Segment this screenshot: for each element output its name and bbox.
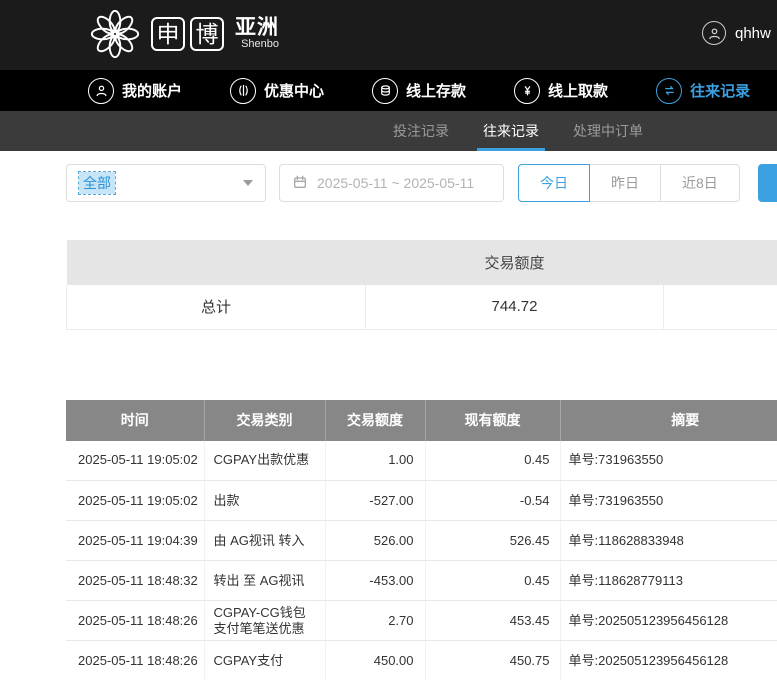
username: qhhw xyxy=(735,25,771,42)
records-header-row: 时间 交易类别 交易额度 现有额度 摘要 xyxy=(66,400,777,441)
records-table: 时间 交易类别 交易额度 现有额度 摘要 2025-05-11 19:05:02… xyxy=(66,400,777,680)
cell-summary: 单号:202505123956456128 xyxy=(560,601,777,641)
yesterday-button[interactable]: 昨日 xyxy=(589,164,661,202)
nav-label: 线上存款 xyxy=(406,80,466,101)
main-nav: 我的账户 优惠中心 线上存款 xyxy=(0,70,777,111)
cell-summary: 单号:118628779113 xyxy=(560,561,777,601)
cell-amount: 526.00 xyxy=(325,521,425,561)
cell-balance: 450.75 xyxy=(425,641,560,680)
user-account-button[interactable]: qhhw xyxy=(702,21,771,45)
quick-date-buttons: 今日 昨日 近8日 xyxy=(518,164,740,202)
main-content: 全部 2025-05-11 ~ 2025-05-11 今日 昨日 近8日 xyxy=(0,164,777,680)
logo-wordmark: 亚洲 Shenbo xyxy=(235,17,279,51)
deposit-icon xyxy=(372,78,398,104)
cell-summary: 单号:731963550 xyxy=(560,481,777,521)
logo-char-2: 博 xyxy=(190,17,224,51)
nav-item-transaction-records[interactable]: 往来记录 xyxy=(656,78,750,104)
nav-label: 我的账户 xyxy=(122,80,182,101)
col-header-time: 时间 xyxy=(66,400,204,441)
nav-label: 线上取款 xyxy=(548,80,608,101)
last-8-days-button[interactable]: 近8日 xyxy=(660,164,740,202)
table-row: 2025-05-11 18:48:26 CGPAY-CG钱包支付笔笔送优惠 2.… xyxy=(66,601,777,641)
cell-type: 由 AG视讯 转入 xyxy=(204,521,325,561)
col-header-balance: 现有额度 xyxy=(425,400,560,441)
sub-nav: 投注记录 往来记录 处理中订单 xyxy=(0,111,777,151)
date-range-value: 2025-05-11 ~ 2025-05-11 xyxy=(317,175,474,191)
chevron-down-icon xyxy=(243,180,253,186)
records-icon xyxy=(656,78,682,104)
cell-time: 2025-05-11 18:48:32 xyxy=(66,561,204,601)
table-row: 2025-05-11 19:05:02 出款 -527.00 -0.54 单号:… xyxy=(66,481,777,521)
summary-header-empty xyxy=(664,240,777,285)
nav-label: 优惠中心 xyxy=(264,80,324,101)
tab-processing-orders[interactable]: 处理中订单 xyxy=(573,111,643,151)
cell-time: 2025-05-11 18:48:26 xyxy=(66,601,204,641)
cell-time: 2025-05-11 19:05:02 xyxy=(66,441,204,481)
nav-item-my-account[interactable]: 我的账户 xyxy=(88,78,182,104)
summary-header-empty xyxy=(67,240,366,285)
summary-total-row: 总计 744.72 xyxy=(67,285,777,329)
summary-header-amount: 交易额度 xyxy=(366,240,664,285)
summary-total-extra xyxy=(664,285,777,329)
cell-balance: 526.45 xyxy=(425,521,560,561)
cell-time: 2025-05-11 19:05:02 xyxy=(66,481,204,521)
nav-item-promo-center[interactable]: 优惠中心 xyxy=(230,78,324,104)
cell-balance: -0.54 xyxy=(425,481,560,521)
cell-balance: 453.45 xyxy=(425,601,560,641)
cell-amount: 2.70 xyxy=(325,601,425,641)
table-row: 2025-05-11 18:48:26 CGPAY支付 450.00 450.7… xyxy=(66,641,777,680)
col-header-type: 交易类别 xyxy=(204,400,325,441)
summary-total-value: 744.72 xyxy=(366,285,664,329)
nav-item-online-withdraw[interactable]: 线上取款 xyxy=(514,78,608,104)
cell-summary: 单号:731963550 xyxy=(560,441,777,481)
cell-type: CGPAY-CG钱包支付笔笔送优惠 xyxy=(204,601,325,641)
cell-time: 2025-05-11 19:04:39 xyxy=(66,521,204,561)
cell-amount: -527.00 xyxy=(325,481,425,521)
summary-header-row: 交易额度 xyxy=(67,240,777,285)
today-button[interactable]: 今日 xyxy=(518,164,590,202)
col-header-summary: 摘要 xyxy=(560,400,777,441)
promo-icon xyxy=(230,78,256,104)
cell-type: CGPAY出款优惠 xyxy=(204,441,325,481)
search-button[interactable] xyxy=(758,164,777,202)
tab-transaction-records[interactable]: 往来记录 xyxy=(483,111,539,151)
summary-total-label: 总计 xyxy=(67,285,366,329)
logo-subtitle: Shenbo xyxy=(241,39,279,51)
table-row: 2025-05-11 19:05:02 CGPAY出款优惠 1.00 0.45 … xyxy=(66,441,777,481)
table-row: 2025-05-11 18:48:32 转出 至 AG视讯 -453.00 0.… xyxy=(66,561,777,601)
filter-bar: 全部 2025-05-11 ~ 2025-05-11 今日 昨日 近8日 xyxy=(66,164,777,202)
cell-amount: -453.00 xyxy=(325,561,425,601)
date-range-input[interactable]: 2025-05-11 ~ 2025-05-11 xyxy=(279,164,504,202)
flower-logo-icon xyxy=(88,7,142,61)
cell-type: CGPAY支付 xyxy=(204,641,325,680)
user-avatar-icon xyxy=(702,21,726,45)
account-icon xyxy=(88,78,114,104)
cell-amount: 1.00 xyxy=(325,441,425,481)
cell-balance: 0.45 xyxy=(425,561,560,601)
tab-bet-records[interactable]: 投注记录 xyxy=(393,111,449,151)
col-header-amount: 交易额度 xyxy=(325,400,425,441)
cell-balance: 0.45 xyxy=(425,441,560,481)
cell-summary: 单号:118628833948 xyxy=(560,521,777,561)
withdraw-icon xyxy=(514,78,540,104)
cell-type: 转出 至 AG视讯 xyxy=(204,561,325,601)
summary-table: 交易额度 总计 744.72 xyxy=(66,240,777,330)
cell-time: 2025-05-11 18:48:26 xyxy=(66,641,204,680)
nav-label: 往来记录 xyxy=(690,80,750,101)
page: 申 博 亚洲 Shenbo qhhw 我的账户 xyxy=(0,0,777,680)
logo-characters: 申 博 xyxy=(151,17,224,51)
table-row: 2025-05-11 19:04:39 由 AG视讯 转入 526.00 526… xyxy=(66,521,777,561)
logo-char-1: 申 xyxy=(151,17,185,51)
type-select-value: 全部 xyxy=(79,172,115,194)
cell-amount: 450.00 xyxy=(325,641,425,680)
top-header: 申 博 亚洲 Shenbo qhhw xyxy=(0,0,777,70)
logo-region-text: 亚洲 xyxy=(235,17,279,39)
cell-summary: 单号:202505123956456128 xyxy=(560,641,777,680)
calendar-icon xyxy=(292,174,308,193)
brand-logo: 申 博 亚洲 Shenbo xyxy=(88,7,279,61)
nav-item-online-deposit[interactable]: 线上存款 xyxy=(372,78,466,104)
cell-type: 出款 xyxy=(204,481,325,521)
records-body: 2025-05-11 19:05:02 CGPAY出款优惠 1.00 0.45 … xyxy=(66,441,777,680)
type-select[interactable]: 全部 xyxy=(66,164,266,202)
